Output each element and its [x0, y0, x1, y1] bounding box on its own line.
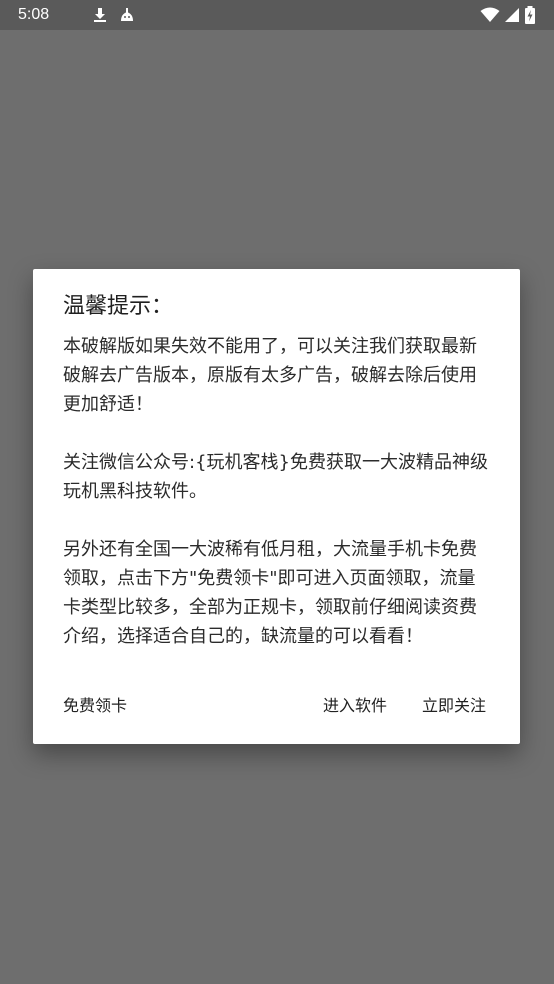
alert-dialog: 温馨提示： 本破解版如果失效不能用了，可以关注我们获取最新破解去广告版本，原版有… — [33, 269, 520, 744]
dialog-title: 温馨提示： — [63, 294, 174, 319]
enter-app-button[interactable]: 进入软件 — [323, 689, 387, 723]
download-icon — [94, 8, 106, 22]
dialog-message: 本破解版如果失效不能用了，可以关注我们获取最新破解去广告版本，原版有太多广告，破… — [63, 336, 488, 647]
status-bar: 5:08 — [0, 0, 554, 30]
follow-now-button[interactable]: 立即关注 — [422, 689, 486, 723]
android-icon — [121, 8, 133, 21]
signal-icon — [505, 8, 519, 22]
status-time: 5:08 — [18, 6, 50, 23]
wifi-icon — [480, 7, 500, 22]
battery-charging-icon — [525, 6, 535, 24]
free-card-button[interactable]: 免费领卡 — [63, 689, 127, 723]
